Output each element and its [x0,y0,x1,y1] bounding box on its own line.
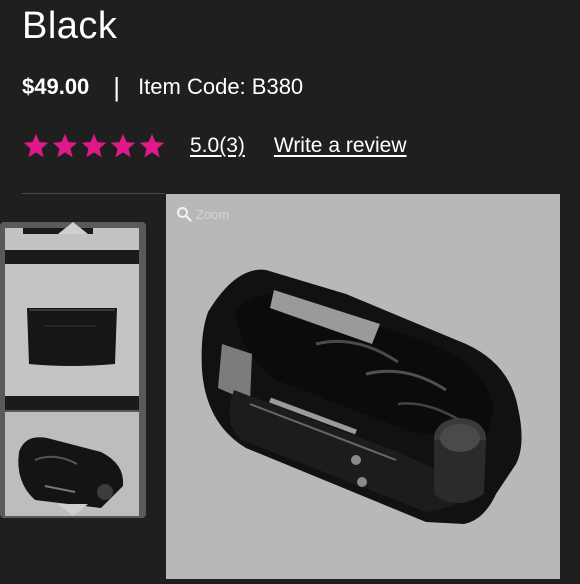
price-separator: | [113,71,121,102]
thumbnail-gap [5,396,139,410]
zoom-control[interactable]: Zoom [176,206,229,222]
item-code: Item Code: B380 [138,74,304,99]
product-title: Black [22,5,118,47]
write-review-link[interactable]: Write a review [274,134,407,158]
divider [22,193,165,194]
magnifier-icon [177,207,192,222]
chevron-up-icon[interactable] [58,222,88,234]
zoom-label: Zoom [196,206,230,222]
rating-count: (3) [219,134,245,157]
organizer-photo [201,269,522,524]
rating-row: 5.0(3) Write a review [22,130,407,162]
star-icon [52,133,78,158]
star-icon [110,133,136,158]
chevron-down-icon[interactable] [58,504,88,518]
star-rating [22,132,166,160]
rating-score: 5.0 [190,134,220,157]
thumbnail-2[interactable] [5,264,139,396]
star-icon [81,133,107,158]
rating-score-link[interactable]: 5.0(3) [190,134,245,158]
product-price: $49.00 [22,74,90,99]
star-icon [23,133,49,158]
thumbnail-gap [5,250,139,264]
star-icon [139,133,165,158]
price-row: $49.00 | Item Code: B380 [22,72,303,102]
thumbnail-2-image [5,264,139,396]
main-product-image[interactable]: Zoom [166,194,560,579]
thumbnail-strip [0,222,146,518]
thumbnail-3-image [5,412,139,516]
thumbnail-3[interactable] [5,412,139,516]
